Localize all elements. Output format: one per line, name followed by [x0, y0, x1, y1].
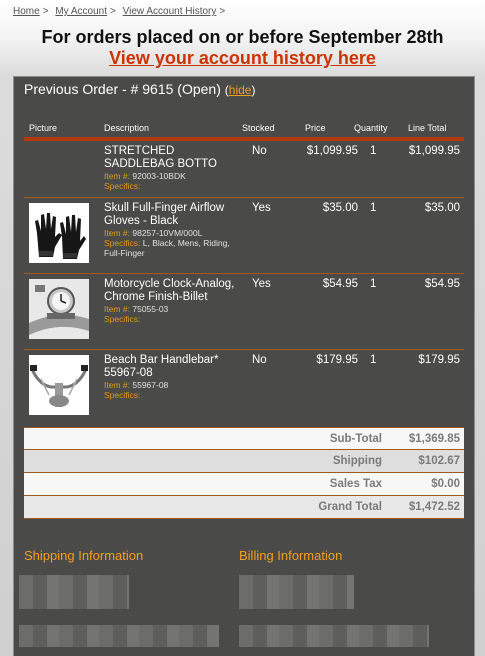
shipping-row: Shipping $102.67: [24, 450, 464, 473]
item-line-total: $1,099.95: [408, 145, 460, 157]
clock-icon: [29, 279, 89, 339]
item-quantity: 1: [370, 202, 377, 214]
item-number: Item #: 98257-10VM/000L: [104, 228, 239, 238]
item-number-label: Item #:: [104, 228, 130, 238]
table-row: Skull Full-Finger Airflow Gloves - Black…: [24, 198, 464, 274]
shipping-details-redacted: [19, 625, 219, 647]
table-header: Picture Description Stocked Price Quanti…: [24, 123, 464, 137]
billing-details-redacted: [239, 625, 429, 647]
order-panel: Previous Order - # 9615 (Open) (hide) Pi…: [13, 76, 475, 656]
clock-thumbnail[interactable]: [29, 279, 89, 339]
handlebar-thumbnail[interactable]: [29, 355, 89, 415]
sales-tax-row: Sales Tax $0.00: [24, 473, 464, 496]
item-name-link[interactable]: STRETCHED SADDLEBAG BOTTO: [104, 145, 217, 170]
item-quantity: 1: [370, 278, 377, 290]
item-line-total: $54.95: [424, 278, 460, 290]
item-specifics: Specifics: L, Black, Mens, Riding, Full-…: [104, 238, 239, 258]
header-line-total: Line Total: [408, 123, 447, 133]
subtotal-label: Sub-Total: [329, 433, 382, 445]
hide-order-link[interactable]: hide: [229, 83, 252, 97]
item-number-label: Item #:: [104, 304, 130, 314]
gloves-icon: [35, 213, 86, 259]
item-number-value: 75055-03: [132, 304, 169, 314]
item-stocked: No: [252, 354, 267, 366]
item-number-label: Item #:: [104, 171, 130, 181]
item-line-total: $35.00: [424, 202, 460, 214]
item-line-total: $179.95: [418, 354, 460, 366]
item-specifics-label: Specifics:: [104, 390, 141, 400]
account-history-link[interactable]: View your account history here: [0, 48, 485, 69]
order-title: Previous Order - # 9615 (Open) (hide): [24, 81, 255, 97]
item-quantity: 1: [370, 145, 377, 157]
item-price: $54.95: [322, 278, 358, 290]
breadcrumb-account-history-link[interactable]: View Account History: [123, 6, 217, 17]
page-headline: For orders placed on or before September…: [41, 27, 444, 47]
item-description: Motorcycle Clock-Analog, Chrome Finish-B…: [104, 278, 239, 324]
item-price: $179.95: [316, 354, 358, 366]
subtotal-value: $1,369.85: [408, 433, 460, 445]
header-description: Description: [104, 123, 150, 133]
breadcrumb-separator: >: [110, 6, 116, 17]
handlebar-icon: [30, 365, 88, 407]
item-specifics: Specifics:: [104, 390, 239, 400]
item-name-link[interactable]: Skull Full-Finger Airflow Gloves - Black: [104, 202, 224, 227]
item-name-link[interactable]: Motorcycle Clock-Analog, Chrome Finish-B…: [104, 278, 234, 303]
header-price: Price: [305, 123, 326, 133]
item-number-label: Item #:: [104, 380, 130, 390]
billing-address-redacted: [239, 575, 354, 609]
item-price: $1,099.95: [306, 145, 358, 157]
item-specifics: Specifics:: [104, 181, 239, 191]
table-row: STRETCHED SADDLEBAG BOTTO Item #: 92003-…: [24, 141, 464, 198]
sales-tax-label: Sales Tax: [329, 478, 382, 490]
table-row: Motorcycle Clock-Analog, Chrome Finish-B…: [24, 274, 464, 350]
shipping-value: $102.67: [418, 455, 460, 467]
item-specifics-label: Specifics:: [104, 314, 141, 324]
item-description: Beach Bar Handlebar* 55967-08 Item #: 55…: [104, 354, 239, 400]
item-name-link[interactable]: Beach Bar Handlebar* 55967-08: [104, 354, 218, 379]
item-stocked: No: [252, 145, 267, 157]
breadcrumb-separator: >: [219, 6, 226, 17]
item-description: STRETCHED SADDLEBAG BOTTO Item #: 92003-…: [104, 145, 239, 191]
header-quantity: Quantity: [354, 123, 388, 133]
item-specifics-label: Specifics:: [104, 181, 141, 191]
item-specifics-label: Specifics:: [104, 238, 141, 248]
item-description: Skull Full-Finger Airflow Gloves - Black…: [104, 202, 239, 258]
item-number-value: 55967-08: [132, 380, 169, 390]
item-number-value: 92003-10BDK: [132, 171, 186, 181]
item-stocked: Yes: [252, 278, 271, 290]
grand-total-row: Grand Total $1,472.52: [24, 496, 464, 519]
sales-tax-value: $0.00: [431, 478, 460, 490]
order-totals: Sub-Total $1,369.85 Shipping $102.67 Sal…: [24, 427, 464, 519]
order-title-text: Previous Order - # 9615 (Open): [24, 81, 221, 97]
item-number: Item #: 92003-10BDK: [104, 171, 239, 181]
header-picture: Picture: [29, 123, 58, 133]
billing-info-heading: Billing Information: [239, 548, 343, 563]
item-stocked: Yes: [252, 202, 271, 214]
item-specifics: Specifics:: [104, 314, 239, 324]
item-quantity: 1: [370, 354, 377, 366]
breadcrumb-separator: >: [42, 6, 49, 17]
grand-total-label: Grand Total: [318, 501, 382, 513]
header-stocked: Stocked: [242, 123, 275, 133]
item-number: Item #: 55967-08: [104, 380, 239, 390]
item-price: $35.00: [322, 202, 358, 214]
breadcrumb-my-account-link[interactable]: My Account: [55, 6, 107, 17]
breadcrumb-home-link[interactable]: Home: [13, 6, 40, 17]
item-number-value: 98257-10VM/000L: [132, 228, 203, 238]
shipping-info-heading: Shipping Information: [24, 548, 144, 563]
breadcrumb: Home > My Account > View Account History >: [13, 6, 229, 17]
table-row: Beach Bar Handlebar* 55967-08 Item #: 55…: [24, 350, 464, 420]
hide-paren-close: ): [251, 83, 256, 97]
item-number: Item #: 75055-03: [104, 304, 239, 314]
shipping-address-redacted: [19, 575, 129, 609]
subtotal-row: Sub-Total $1,369.85: [24, 427, 464, 450]
grand-total-value: $1,472.52: [408, 501, 460, 513]
shipping-label: Shipping: [332, 455, 382, 467]
gloves-thumbnail[interactable]: [29, 203, 89, 263]
